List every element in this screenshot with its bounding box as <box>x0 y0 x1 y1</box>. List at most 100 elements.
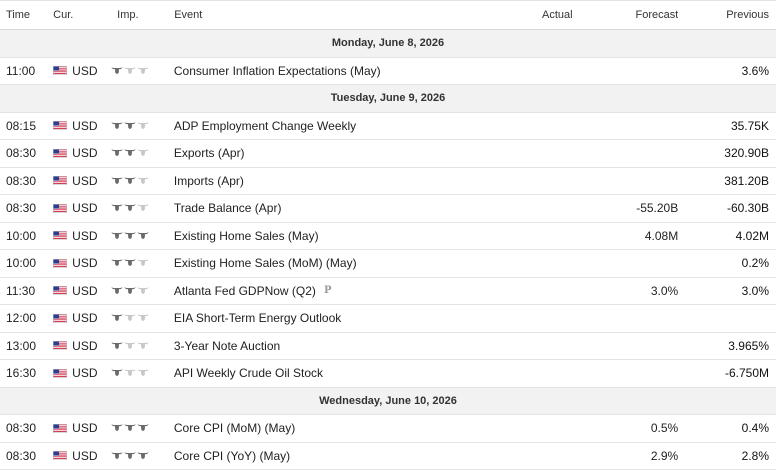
importance-indicator <box>111 148 174 158</box>
currency-code: USD <box>72 283 98 298</box>
column-header-importance[interactable]: Imp. <box>111 9 174 21</box>
bull-icon <box>124 66 136 74</box>
event-name-text[interactable]: 3-Year Note Auction <box>174 339 280 353</box>
currency-code: USD <box>72 256 98 271</box>
us-flag-icon <box>53 341 68 351</box>
event-name-text[interactable]: Core CPI (YoY) (May) <box>174 449 290 463</box>
event-forecast: 2.9% <box>650 448 679 463</box>
event-name[interactable]: ADP Employment Change Weekly <box>174 119 455 133</box>
event-name[interactable]: Existing Home Sales (May) <box>174 229 455 243</box>
event-row[interactable]: 13:00 USD 3-Year Note Auction 3.965% <box>0 333 776 360</box>
bull-icon <box>124 176 136 184</box>
event-name[interactable]: API Weekly Crude Oil Stock <box>174 366 455 380</box>
event-row[interactable]: 11:00 USD Consumer Inflation Expectations … <box>0 58 776 85</box>
bull-icon <box>124 286 136 294</box>
bull-icon <box>137 451 149 459</box>
bull-icon <box>137 231 149 239</box>
event-name[interactable]: Exports (Apr) <box>174 146 455 160</box>
event-name-text[interactable]: Existing Home Sales (May) <box>174 229 319 243</box>
event-previous: 0.2% <box>741 256 769 271</box>
us-flag-icon <box>53 148 68 158</box>
column-header-forecast[interactable]: Forecast <box>573 9 679 21</box>
bull-icon <box>137 121 149 129</box>
economic-calendar-table: Time Cur. Imp. Event Actual Forecast Pre… <box>0 0 776 470</box>
us-flag-icon <box>53 176 68 186</box>
bull-icon <box>137 176 149 184</box>
column-header-time[interactable]: Time <box>0 9 47 21</box>
currency-code: USD <box>72 448 98 463</box>
event-time: 16:30 <box>6 366 37 381</box>
bull-icon <box>137 314 149 322</box>
event-name[interactable]: Consumer Inflation Expectations (May) <box>174 64 455 78</box>
event-name[interactable]: Core CPI (MoM) (May) <box>174 421 455 435</box>
event-name[interactable]: Atlanta Fed GDPNow (Q2) P <box>174 284 455 298</box>
event-previous: 0.4% <box>741 421 769 436</box>
importance-indicator <box>111 313 174 323</box>
bull-icon <box>111 204 123 212</box>
column-header-previous[interactable]: Previous <box>678 9 776 21</box>
event-row[interactable]: 08:15 USD ADP Employment Change Weekly 35.7… <box>0 113 776 140</box>
event-name-text[interactable]: API Weekly Crude Oil Stock <box>174 366 323 380</box>
event-row[interactable]: 08:30 USD Core CPI (MoM) (May) 0.5% 0.4% <box>0 415 776 443</box>
event-name[interactable]: Existing Home Sales (MoM) (May) <box>174 256 455 270</box>
bull-icon <box>124 451 136 459</box>
column-header-event[interactable]: Event <box>174 9 455 21</box>
importance-indicator <box>111 451 174 461</box>
event-name-text[interactable]: Core CPI (MoM) (May) <box>174 421 295 435</box>
importance-indicator <box>111 66 174 76</box>
currency-code: USD <box>72 118 98 133</box>
event-name-text[interactable]: ADP Employment Change Weekly <box>174 119 356 133</box>
event-name-text[interactable]: Existing Home Sales (MoM) (May) <box>174 256 357 270</box>
event-name[interactable]: Imports (Apr) <box>174 174 455 188</box>
event-previous: -6.750M <box>724 366 769 381</box>
event-row[interactable]: 10:00 USD Existing Home Sales (May) 4.08M 4.… <box>0 223 776 250</box>
event-name[interactable]: 3-Year Note Auction <box>174 339 455 353</box>
bull-icon <box>111 66 123 74</box>
table-body: Monday, June 8, 2026 11:00 USD Consumer Inf… <box>0 30 776 470</box>
event-name[interactable]: Trade Balance (Apr) <box>174 201 455 215</box>
event-row[interactable]: 11:30 USD Atlanta Fed GDPNow (Q2) P 3.0% 3.0% <box>0 278 776 305</box>
event-currency: USD <box>47 421 111 435</box>
event-name-text[interactable]: Trade Balance (Apr) <box>174 201 282 215</box>
us-flag-icon <box>53 121 68 131</box>
currency-code: USD <box>72 173 98 188</box>
currency-code: USD <box>72 338 98 353</box>
currency-code: USD <box>72 366 98 381</box>
bull-icon <box>137 424 149 432</box>
event-name-text[interactable]: EIA Short-Term Energy Outlook <box>174 311 341 325</box>
us-flag-icon <box>53 231 68 241</box>
importance-indicator <box>111 341 174 351</box>
importance-indicator <box>111 203 174 213</box>
event-name-text[interactable]: Atlanta Fed GDPNow (Q2) <box>174 284 316 298</box>
event-time: 08:30 <box>6 146 37 161</box>
event-time: 10:00 <box>6 256 37 271</box>
event-row[interactable]: 12:00 USD EIA Short-Term Energy Outlook <box>0 305 776 333</box>
event-name-text[interactable]: Exports (Apr) <box>174 146 245 160</box>
event-row[interactable]: 08:30 USD Exports (Apr) 320.90B <box>0 140 776 168</box>
event-forecast: 0.5% <box>650 421 679 436</box>
importance-indicator <box>111 121 174 131</box>
event-name[interactable]: Core CPI (YoY) (May) <box>174 449 455 463</box>
event-row[interactable]: 08:30 USD Trade Balance (Apr) -55.20B -60.30… <box>0 195 776 223</box>
event-row[interactable]: 08:30 USD Imports (Apr) 381.20B <box>0 168 776 195</box>
bull-icon <box>137 259 149 267</box>
event-time: 13:00 <box>6 338 37 353</box>
us-flag-icon <box>53 258 68 268</box>
event-name[interactable]: EIA Short-Term Energy Outlook <box>174 311 455 325</box>
event-row[interactable]: 16:30 USD API Weekly Crude Oil Stock -6.750… <box>0 360 776 388</box>
column-header-currency[interactable]: Cur. <box>47 9 111 21</box>
bull-icon <box>111 121 123 129</box>
event-row[interactable]: 08:30 USD Core CPI (YoY) (May) 2.9% 2.8% <box>0 443 776 470</box>
event-currency: USD <box>47 119 111 133</box>
event-currency: USD <box>47 366 111 380</box>
event-name-text[interactable]: Imports (Apr) <box>174 174 244 188</box>
event-time: 08:30 <box>6 173 37 188</box>
event-currency: USD <box>47 449 111 463</box>
bull-icon <box>111 369 123 377</box>
event-name-text[interactable]: Consumer Inflation Expectations (May) <box>174 64 381 78</box>
us-flag-icon <box>53 286 68 296</box>
column-header-actual[interactable]: Actual <box>455 9 573 21</box>
event-currency: USD <box>47 339 111 353</box>
event-row[interactable]: 10:00 USD Existing Home Sales (MoM) (May) 0… <box>0 250 776 278</box>
event-time: 10:00 <box>6 228 37 243</box>
